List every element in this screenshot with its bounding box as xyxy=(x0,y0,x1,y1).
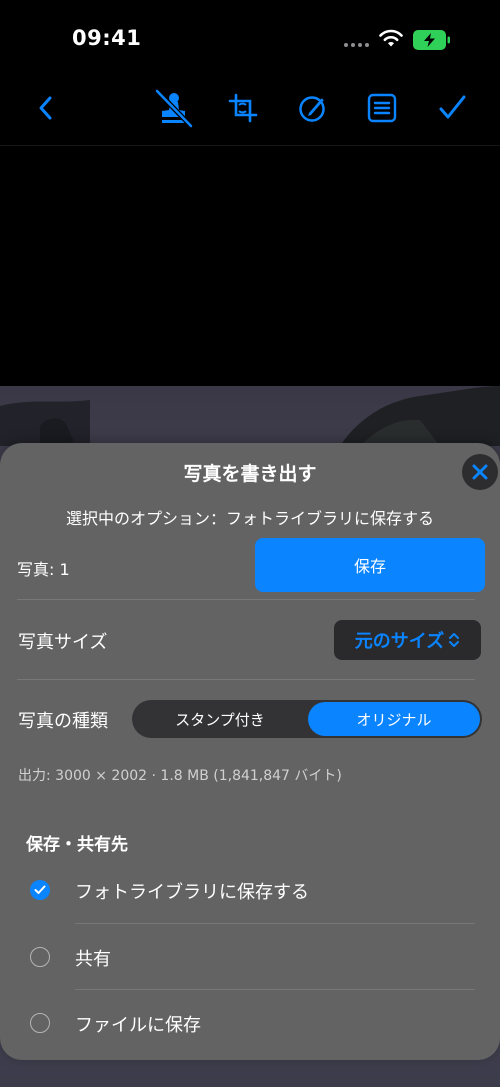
photo-size-label: 写真サイズ xyxy=(18,632,108,653)
editor-toolbar xyxy=(0,80,500,146)
signal-icon xyxy=(344,43,369,47)
edit-circle-icon xyxy=(299,95,326,122)
close-button[interactable] xyxy=(462,454,498,490)
stamp-toggle-button[interactable] xyxy=(153,88,193,128)
checkmark-icon xyxy=(439,95,466,119)
destination-label: 共有 xyxy=(75,949,111,970)
destination-option-files[interactable]: ファイルに保存 xyxy=(0,998,500,1048)
back-button[interactable] xyxy=(26,88,66,128)
crop-icon xyxy=(228,93,258,123)
done-button[interactable] xyxy=(432,88,472,128)
status-bar: 09:41 xyxy=(0,0,500,80)
destination-option-share[interactable]: 共有 xyxy=(0,932,500,982)
stamp-off-icon xyxy=(155,89,193,128)
wifi-icon xyxy=(379,29,403,47)
selected-option-text: 選択中のオプション：フォトライブラリに保存する xyxy=(65,509,434,528)
divider xyxy=(75,989,475,990)
export-sheet: 写真を書き出す 選択中のオプション：フォトライブラリに保存する 写真: 1 保存… xyxy=(0,443,500,1060)
destination-label: ファイルに保存 xyxy=(75,1015,201,1036)
radio-checked-icon xyxy=(30,880,50,900)
radio-unchecked-icon xyxy=(30,1013,50,1033)
sheet-title: 写真を書き出す xyxy=(183,463,317,485)
close-icon xyxy=(472,464,488,480)
type-option-stamped[interactable]: スタンプ付き xyxy=(134,702,306,736)
photo-size-value: 元のサイズ xyxy=(354,631,445,652)
destination-section-title: 保存・共有先 xyxy=(26,835,128,855)
type-option-original[interactable]: オリジナル xyxy=(308,702,480,736)
crop-button[interactable] xyxy=(223,88,263,128)
chevron-left-icon xyxy=(39,96,52,120)
save-button[interactable]: 保存 xyxy=(255,538,485,592)
battery-charging-icon xyxy=(413,30,450,50)
divider xyxy=(17,679,475,680)
destination-label: フォトライブラリに保存する xyxy=(75,882,309,903)
chevron-up-down-icon xyxy=(449,633,460,647)
radio-unchecked-icon xyxy=(30,947,50,967)
list-icon xyxy=(367,93,397,123)
list-button[interactable] xyxy=(362,88,402,128)
edit-button[interactable] xyxy=(293,88,333,128)
divider xyxy=(75,923,475,924)
status-time: 09:41 xyxy=(72,26,142,50)
photo-size-select[interactable]: 元のサイズ xyxy=(334,620,481,660)
output-info: 出力: 3000 × 2002 · 1.8 MB (1,841,847 バイト) xyxy=(18,768,342,784)
divider xyxy=(17,599,475,600)
destination-option-photo-library[interactable]: フォトライブラリに保存する xyxy=(0,865,500,915)
photo-type-label: 写真の種類 xyxy=(18,711,108,732)
photo-count-label: 写真: 1 xyxy=(17,560,70,579)
photo-type-segmented-control: スタンプ付き オリジナル xyxy=(132,700,482,738)
